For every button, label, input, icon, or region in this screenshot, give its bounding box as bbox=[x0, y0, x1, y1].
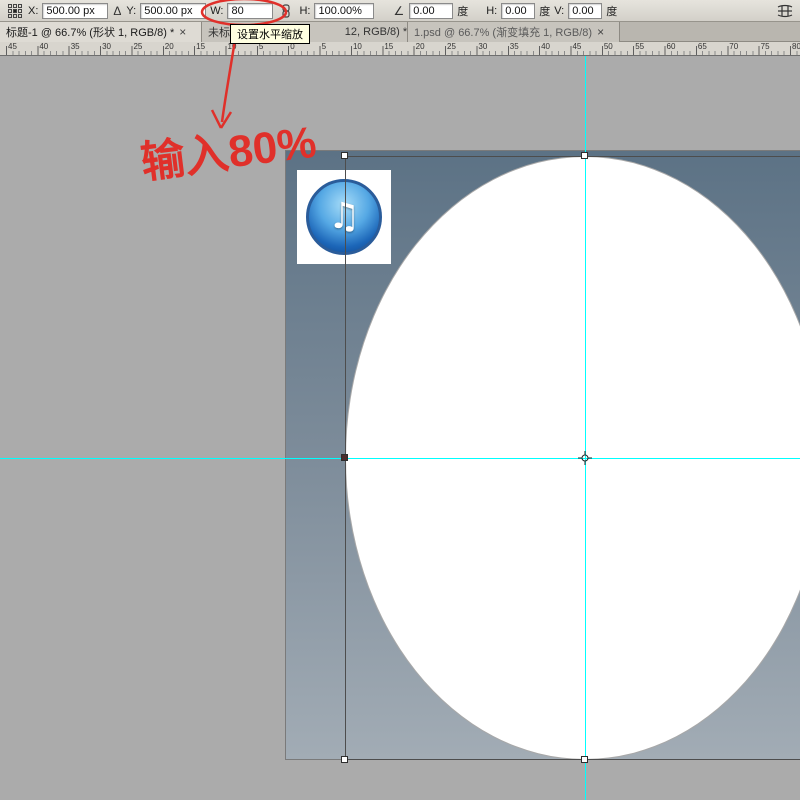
ruler-label: 70 bbox=[729, 42, 738, 51]
link-dimensions-icon[interactable] bbox=[277, 2, 295, 20]
y-position-input[interactable] bbox=[140, 3, 206, 19]
transform-handle-bottom-center[interactable] bbox=[581, 756, 588, 763]
ruler-label: 10 bbox=[353, 42, 362, 51]
tab-label: 12, RGB/8) * bbox=[345, 26, 407, 38]
reference-point-locator-icon[interactable] bbox=[6, 2, 24, 20]
transform-handle-top-left[interactable] bbox=[341, 152, 348, 159]
ruler-label: 15 bbox=[196, 42, 205, 51]
transform-handle-middle-left[interactable] bbox=[341, 454, 348, 461]
x-position-input[interactable] bbox=[42, 3, 108, 19]
height-label: H: bbox=[299, 5, 310, 17]
close-tab-icon[interactable]: × bbox=[178, 25, 187, 39]
x-label: X: bbox=[28, 5, 38, 17]
ruler-label: 20 bbox=[165, 42, 174, 51]
transform-handle-top-center[interactable] bbox=[581, 152, 588, 159]
ruler-label: 30 bbox=[478, 42, 487, 51]
ruler-label: 75 bbox=[761, 42, 770, 51]
angle-unit-label: 度 bbox=[457, 3, 468, 19]
close-tab-icon[interactable]: × bbox=[596, 25, 605, 39]
ruler-label: 80 bbox=[792, 42, 800, 51]
transform-reference-point[interactable] bbox=[578, 451, 592, 470]
tab-document-3[interactable]: 1.psd @ 66.7% (渐变填充 1, RGB/8) × bbox=[408, 22, 620, 42]
rotate-angle-input[interactable] bbox=[409, 3, 453, 19]
ruler-label: 55 bbox=[635, 42, 644, 51]
rotate-angle-icon: ∠ bbox=[392, 4, 405, 18]
h-skew-label: H: bbox=[486, 5, 497, 17]
canvas-viewport: ♫ bbox=[0, 56, 800, 800]
warp-mode-icon[interactable] bbox=[776, 2, 794, 20]
width-label: W: bbox=[210, 5, 223, 17]
ruler-label: 20 bbox=[416, 42, 425, 51]
horizontal-ruler[interactable]: 4540353025201510505101520253035404550556… bbox=[0, 42, 800, 56]
v-skew-input[interactable] bbox=[568, 3, 602, 19]
ruler-label: 5 bbox=[322, 42, 326, 51]
width-scale-input[interactable] bbox=[227, 3, 273, 19]
ruler-label: 65 bbox=[698, 42, 707, 51]
ruler-label: 40 bbox=[541, 42, 550, 51]
v-skew-unit-label: 度 bbox=[606, 3, 617, 19]
height-scale-input[interactable] bbox=[314, 3, 374, 19]
tab-document-1[interactable]: 标题-1 @ 66.7% (形状 1, RGB/8) * × bbox=[0, 22, 202, 42]
relative-positioning-icon[interactable]: Δ bbox=[112, 4, 122, 18]
transform-handle-bottom-left[interactable] bbox=[341, 756, 348, 763]
ruler-label: 15 bbox=[384, 42, 393, 51]
vertical-guide[interactable] bbox=[585, 56, 586, 800]
tab-label: 标题-1 @ 66.7% (形状 1, RGB/8) * bbox=[6, 24, 174, 40]
ruler-label: 45 bbox=[8, 42, 17, 51]
ruler-label: 40 bbox=[39, 42, 48, 51]
ruler-label: 50 bbox=[604, 42, 613, 51]
ruler-label: 60 bbox=[667, 42, 676, 51]
tab-label: 1.psd @ 66.7% (渐变填充 1, RGB/8) bbox=[414, 24, 592, 40]
y-label: Y: bbox=[126, 5, 136, 17]
h-skew-input[interactable] bbox=[501, 3, 535, 19]
ruler-label: 35 bbox=[510, 42, 519, 51]
document-tab-bar: 标题-1 @ 66.7% (形状 1, RGB/8) * × 未标题-2 12,… bbox=[0, 22, 800, 42]
options-bar: X: Δ Y: W: H: ∠ 度 H: 度 V: 度 bbox=[0, 0, 800, 22]
v-skew-label: V: bbox=[554, 5, 564, 17]
ruler-label: 30 bbox=[102, 42, 111, 51]
ruler-label: 25 bbox=[447, 42, 456, 51]
ruler-label: 45 bbox=[572, 42, 581, 51]
ruler-label: 35 bbox=[71, 42, 80, 51]
horizontal-guide[interactable] bbox=[0, 458, 800, 459]
h-skew-unit-label: 度 bbox=[539, 3, 550, 19]
ruler-label: 25 bbox=[133, 42, 142, 51]
photoshop-window: X: Δ Y: W: H: ∠ 度 H: 度 V: 度 bbox=[0, 0, 800, 800]
tooltip-set-horizontal-scale: 设置水平缩放 bbox=[230, 24, 310, 44]
